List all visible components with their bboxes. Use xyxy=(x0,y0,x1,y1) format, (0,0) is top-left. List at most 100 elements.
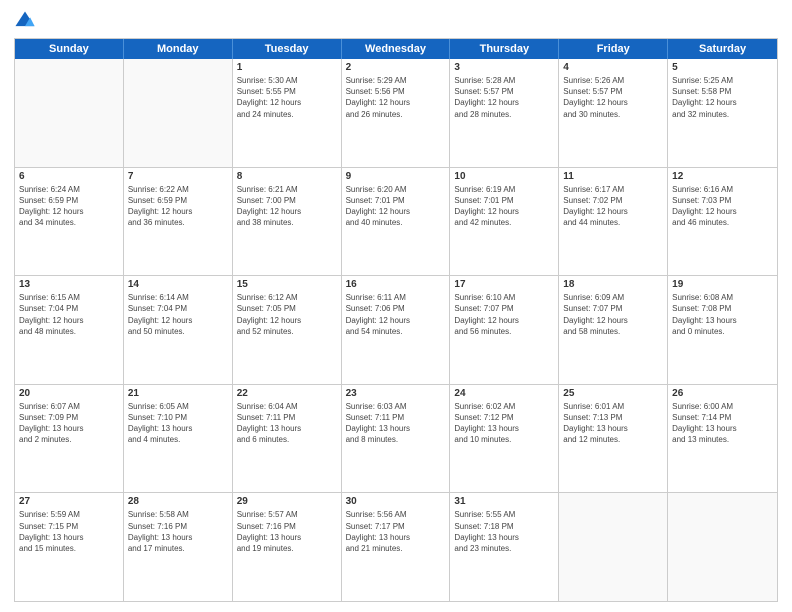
calendar-week-1: 6 Sunrise: 6:24 AM Sunset: 6:59 PM Daylig… xyxy=(15,168,777,277)
day-number: 15 xyxy=(237,279,337,290)
day-info: Sunrise: 5:25 AM Sunset: 5:58 PM Dayligh… xyxy=(672,75,773,120)
day-number: 12 xyxy=(672,171,773,182)
day-info: Sunrise: 6:22 AM Sunset: 6:59 PM Dayligh… xyxy=(128,184,228,229)
calendar-week-3: 20 Sunrise: 6:07 AM Sunset: 7:09 PM Dayli… xyxy=(15,385,777,494)
day-info: Sunrise: 5:57 AM Sunset: 7:16 PM Dayligh… xyxy=(237,509,337,554)
day-number: 26 xyxy=(672,388,773,399)
day-info: Sunrise: 6:07 AM Sunset: 7:09 PM Dayligh… xyxy=(19,401,119,446)
day-info: Sunrise: 6:04 AM Sunset: 7:11 PM Dayligh… xyxy=(237,401,337,446)
calendar-day-27: 27Sunrise: 5:59 AM Sunset: 7:15 PM Dayli… xyxy=(15,493,124,601)
day-info: Sunrise: 6:14 AM Sunset: 7:04 PM Dayligh… xyxy=(128,292,228,337)
calendar-day-13: 13 Sunrise: 6:15 AM Sunset: 7:04 PM Dayli… xyxy=(15,276,124,384)
day-info: Sunrise: 6:19 AM Sunset: 7:01 PM Dayligh… xyxy=(454,184,554,229)
day-number: 16 xyxy=(346,279,446,290)
day-info: Sunrise: 6:03 AM Sunset: 7:11 PM Dayligh… xyxy=(346,401,446,446)
day-number: 29 xyxy=(237,496,337,507)
day-number: 28 xyxy=(128,496,228,507)
day-number: 25 xyxy=(563,388,663,399)
day-number: 27 xyxy=(19,496,119,507)
calendar-day-14: 14 Sunrise: 6:14 AM Sunset: 7:04 PM Dayli… xyxy=(124,276,233,384)
calendar-day-29: 29 Sunrise: 5:57 AM Sunset: 7:16 PM Dayli… xyxy=(233,493,342,601)
day-number: 8 xyxy=(237,171,337,182)
calendar-day-18: 18Sunrise: 6:09 AM Sunset: 7:07 PM Dayli… xyxy=(559,276,668,384)
calendar-day-19: 19 Sunrise: 6:08 AM Sunset: 7:08 PM Dayli… xyxy=(668,276,777,384)
day-info: Sunrise: 6:02 AM Sunset: 7:12 PM Dayligh… xyxy=(454,401,554,446)
calendar-day-21: 21Sunrise: 6:05 AM Sunset: 7:10 PM Dayli… xyxy=(124,385,233,493)
day-number: 1 xyxy=(237,62,337,73)
day-number: 21 xyxy=(128,388,228,399)
day-info: Sunrise: 6:12 AM Sunset: 7:05 PM Dayligh… xyxy=(237,292,337,337)
calendar-day-9: 9Sunrise: 6:20 AM Sunset: 7:01 PM Daylig… xyxy=(342,168,451,276)
day-number: 6 xyxy=(19,171,119,182)
calendar-day-23: 23 Sunrise: 6:03 AM Sunset: 7:11 PM Dayli… xyxy=(342,385,451,493)
day-number: 10 xyxy=(454,171,554,182)
logo xyxy=(14,10,39,32)
calendar-weekday-friday: Friday xyxy=(559,39,668,59)
calendar-empty-cell xyxy=(15,59,124,167)
day-info: Sunrise: 6:15 AM Sunset: 7:04 PM Dayligh… xyxy=(19,292,119,337)
day-info: Sunrise: 6:24 AM Sunset: 6:59 PM Dayligh… xyxy=(19,184,119,229)
calendar-day-16: 16 Sunrise: 6:11 AM Sunset: 7:06 PM Dayli… xyxy=(342,276,451,384)
calendar-day-3: 3 Sunrise: 5:28 AM Sunset: 5:57 PM Daylig… xyxy=(450,59,559,167)
day-number: 4 xyxy=(563,62,663,73)
day-number: 19 xyxy=(672,279,773,290)
day-info: Sunrise: 6:17 AM Sunset: 7:02 PM Dayligh… xyxy=(563,184,663,229)
day-info: Sunrise: 5:58 AM Sunset: 7:16 PM Dayligh… xyxy=(128,509,228,554)
calendar-day-30: 30Sunrise: 5:56 AM Sunset: 7:17 PM Dayli… xyxy=(342,493,451,601)
day-info: Sunrise: 5:28 AM Sunset: 5:57 PM Dayligh… xyxy=(454,75,554,120)
day-info: Sunrise: 5:29 AM Sunset: 5:56 PM Dayligh… xyxy=(346,75,446,120)
calendar-day-5: 5 Sunrise: 5:25 AM Sunset: 5:58 PM Daylig… xyxy=(668,59,777,167)
day-info: Sunrise: 6:09 AM Sunset: 7:07 PM Dayligh… xyxy=(563,292,663,337)
page-header xyxy=(14,10,778,32)
day-number: 17 xyxy=(454,279,554,290)
calendar: SundayMondayTuesdayWednesdayThursdayFrid… xyxy=(14,38,778,602)
calendar-weekday-tuesday: Tuesday xyxy=(233,39,342,59)
calendar-day-6: 6 Sunrise: 6:24 AM Sunset: 6:59 PM Daylig… xyxy=(15,168,124,276)
calendar-day-22: 22Sunrise: 6:04 AM Sunset: 7:11 PM Dayli… xyxy=(233,385,342,493)
calendar-empty-cell xyxy=(124,59,233,167)
calendar-day-10: 10 Sunrise: 6:19 AM Sunset: 7:01 PM Dayli… xyxy=(450,168,559,276)
calendar-week-0: 1 Sunrise: 5:30 AM Sunset: 5:55 PM Daylig… xyxy=(15,59,777,168)
day-info: Sunrise: 5:26 AM Sunset: 5:57 PM Dayligh… xyxy=(563,75,663,120)
calendar-week-4: 27Sunrise: 5:59 AM Sunset: 7:15 PM Dayli… xyxy=(15,493,777,601)
day-number: 7 xyxy=(128,171,228,182)
day-number: 5 xyxy=(672,62,773,73)
calendar-weekday-monday: Monday xyxy=(124,39,233,59)
calendar-weekday-sunday: Sunday xyxy=(15,39,124,59)
day-info: Sunrise: 5:55 AM Sunset: 7:18 PM Dayligh… xyxy=(454,509,554,554)
calendar-day-2: 2 Sunrise: 5:29 AM Sunset: 5:56 PM Daylig… xyxy=(342,59,451,167)
calendar-weekday-saturday: Saturday xyxy=(668,39,777,59)
calendar-day-17: 17 Sunrise: 6:10 AM Sunset: 7:07 PM Dayli… xyxy=(450,276,559,384)
calendar-day-4: 4 Sunrise: 5:26 AM Sunset: 5:57 PM Daylig… xyxy=(559,59,668,167)
calendar-day-15: 15 Sunrise: 6:12 AM Sunset: 7:05 PM Dayli… xyxy=(233,276,342,384)
day-number: 23 xyxy=(346,388,446,399)
day-info: Sunrise: 6:08 AM Sunset: 7:08 PM Dayligh… xyxy=(672,292,773,337)
day-info: Sunrise: 5:30 AM Sunset: 5:55 PM Dayligh… xyxy=(237,75,337,120)
calendar-day-1: 1 Sunrise: 5:30 AM Sunset: 5:55 PM Daylig… xyxy=(233,59,342,167)
calendar-weekday-wednesday: Wednesday xyxy=(342,39,451,59)
day-info: Sunrise: 6:10 AM Sunset: 7:07 PM Dayligh… xyxy=(454,292,554,337)
day-number: 14 xyxy=(128,279,228,290)
day-number: 3 xyxy=(454,62,554,73)
day-number: 2 xyxy=(346,62,446,73)
calendar-day-31: 31 Sunrise: 5:55 AM Sunset: 7:18 PM Dayli… xyxy=(450,493,559,601)
day-info: Sunrise: 6:01 AM Sunset: 7:13 PM Dayligh… xyxy=(563,401,663,446)
day-number: 31 xyxy=(454,496,554,507)
calendar-day-7: 7 Sunrise: 6:22 AM Sunset: 6:59 PM Daylig… xyxy=(124,168,233,276)
calendar-header: SundayMondayTuesdayWednesdayThursdayFrid… xyxy=(15,39,777,59)
day-number: 13 xyxy=(19,279,119,290)
day-info: Sunrise: 6:16 AM Sunset: 7:03 PM Dayligh… xyxy=(672,184,773,229)
calendar-body: 1 Sunrise: 5:30 AM Sunset: 5:55 PM Daylig… xyxy=(15,59,777,601)
calendar-week-2: 13 Sunrise: 6:15 AM Sunset: 7:04 PM Dayli… xyxy=(15,276,777,385)
day-number: 24 xyxy=(454,388,554,399)
logo-icon xyxy=(14,10,36,32)
calendar-day-25: 25 Sunrise: 6:01 AM Sunset: 7:13 PM Dayli… xyxy=(559,385,668,493)
calendar-day-24: 24 Sunrise: 6:02 AM Sunset: 7:12 PM Dayli… xyxy=(450,385,559,493)
day-info: Sunrise: 5:56 AM Sunset: 7:17 PM Dayligh… xyxy=(346,509,446,554)
day-number: 9 xyxy=(346,171,446,182)
day-info: Sunrise: 6:11 AM Sunset: 7:06 PM Dayligh… xyxy=(346,292,446,337)
day-number: 11 xyxy=(563,171,663,182)
day-number: 20 xyxy=(19,388,119,399)
calendar-day-28: 28 Sunrise: 5:58 AM Sunset: 7:16 PM Dayli… xyxy=(124,493,233,601)
calendar-day-12: 12 Sunrise: 6:16 AM Sunset: 7:03 PM Dayli… xyxy=(668,168,777,276)
